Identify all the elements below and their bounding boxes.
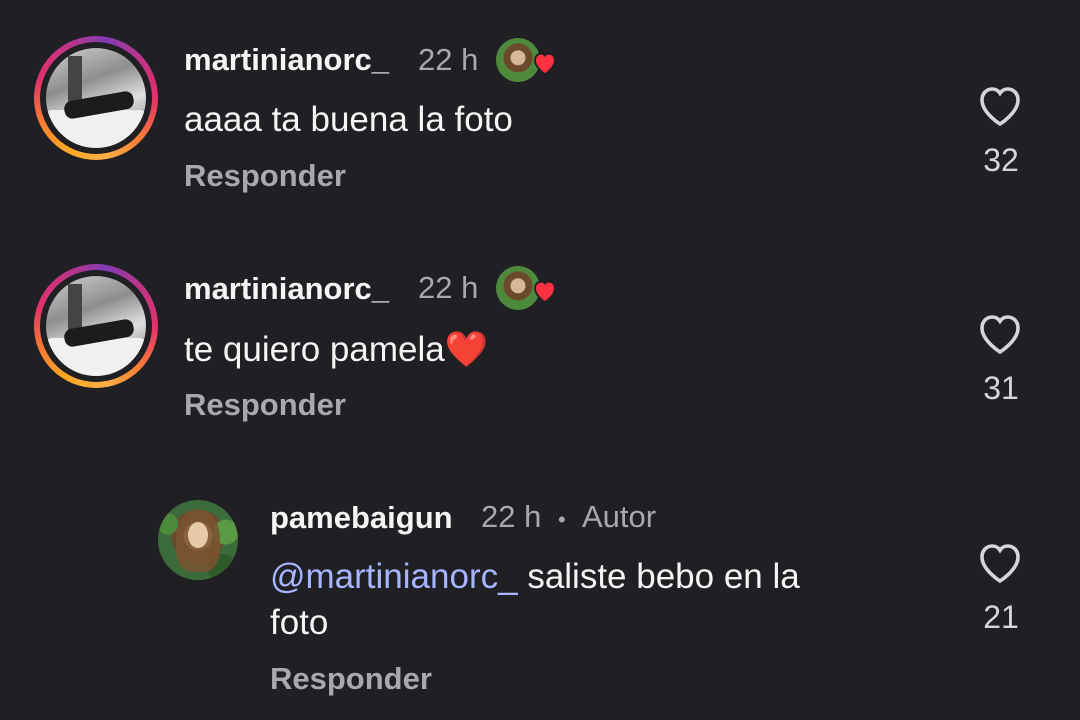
like-count: 21	[983, 599, 1019, 635]
mention-link[interactable]: @martinianorc_	[270, 557, 518, 596]
comment-text: @martinianorc_ saliste bebo en la	[270, 557, 800, 597]
username[interactable]: martinianorc_	[184, 271, 389, 307]
author-badge: Autor	[582, 499, 657, 534]
comment-text: te quiero pamela❤️	[184, 329, 488, 370]
separator-dot: •	[558, 507, 566, 532]
reply-button[interactable]: Responder	[184, 387, 346, 423]
like-count: 31	[983, 370, 1019, 406]
comment-text: aaaa ta buena la foto	[184, 100, 513, 139]
avatar	[46, 48, 146, 148]
avatar	[46, 276, 146, 376]
timestamp: 22 h	[418, 42, 479, 77]
comment-text-body: te quiero pamela	[184, 330, 445, 369]
comment-text-body: saliste bebo en la	[527, 557, 800, 596]
heart-outline-icon[interactable]	[976, 541, 1024, 585]
heart-outline-icon[interactable]	[976, 84, 1024, 128]
timestamp: 22 h	[418, 270, 479, 305]
comment-text-line2: foto	[270, 603, 329, 642]
like-count: 32	[983, 142, 1019, 178]
reply-button[interactable]: Responder	[270, 661, 432, 697]
username[interactable]: martinianorc_	[184, 42, 389, 78]
username[interactable]: pamebaigun	[270, 500, 453, 536]
story-ring-avatar[interactable]	[34, 36, 158, 160]
heart-emoji: ❤️	[444, 330, 489, 369]
red-heart-icon	[534, 52, 556, 76]
timestamp: 22 h	[481, 499, 542, 534]
heart-outline-icon[interactable]	[976, 312, 1024, 356]
story-ring-avatar[interactable]	[34, 264, 158, 388]
reply-button[interactable]: Responder	[184, 158, 346, 194]
red-heart-icon	[534, 280, 556, 304]
avatar[interactable]	[158, 500, 238, 580]
